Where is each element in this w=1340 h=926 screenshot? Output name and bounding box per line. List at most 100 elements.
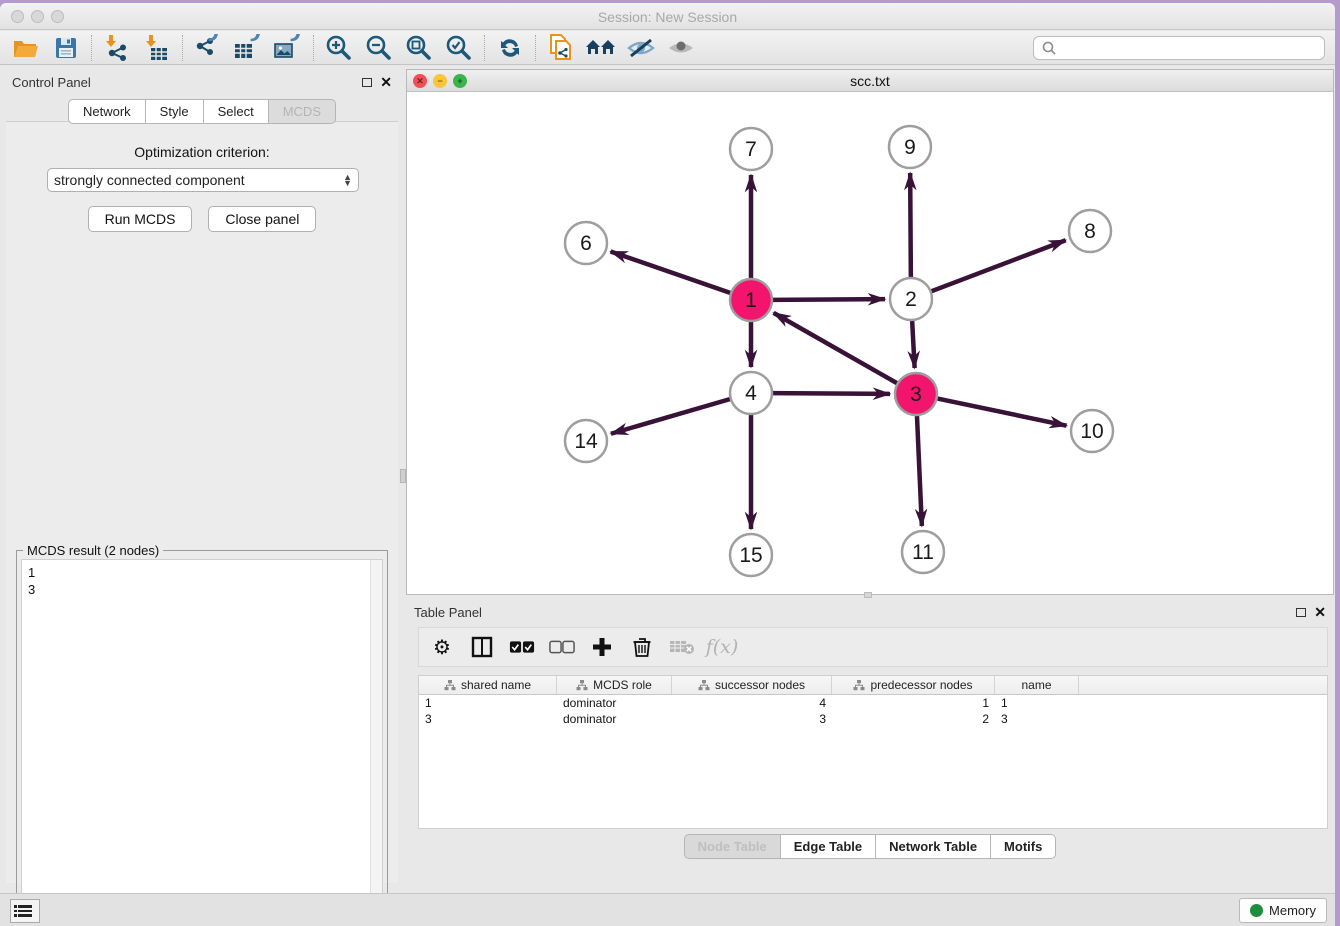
- close-table-panel-icon[interactable]: ✕: [1314, 605, 1326, 619]
- edge-3-1[interactable]: [774, 313, 897, 383]
- edge-2-9[interactable]: [910, 173, 911, 277]
- column-label: predecessor nodes: [870, 678, 972, 692]
- table-cell[interactable]: 1: [832, 695, 995, 711]
- select-all-checkboxes-icon[interactable]: [509, 634, 535, 660]
- mcds-result-list[interactable]: 13: [21, 559, 383, 919]
- table-cell[interactable]: 3: [995, 711, 1079, 727]
- control-panel-title: Control Panel: [12, 75, 91, 90]
- main-titlebar: Session: New Session: [0, 3, 1335, 30]
- toolbar-separator: [484, 35, 485, 61]
- result-items-container: 13: [28, 564, 376, 598]
- edge-4-3[interactable]: [773, 393, 890, 394]
- gear-icon[interactable]: ⚙: [429, 634, 455, 660]
- tab-style[interactable]: Style: [146, 99, 204, 124]
- edge-1-6[interactable]: [611, 251, 731, 292]
- column-label: shared name: [461, 678, 531, 692]
- node-label-15: 15: [739, 544, 762, 567]
- column-tree-icon: [853, 680, 865, 691]
- search-input[interactable]: [1062, 38, 1324, 58]
- zoom-selected-icon[interactable]: [439, 33, 479, 63]
- show-all-eye-icon[interactable]: [661, 33, 701, 63]
- table-cell[interactable]: dominator: [557, 711, 672, 727]
- table-row[interactable]: 3dominator323: [419, 711, 1327, 727]
- tab-motifs[interactable]: Motifs: [991, 834, 1056, 859]
- result-item: 1: [28, 564, 376, 581]
- result-scrollbar[interactable]: [370, 560, 382, 918]
- criterion-select[interactable]: strongly connected component ▲▼: [47, 168, 359, 192]
- column-header-shared-name[interactable]: shared name: [419, 676, 557, 694]
- zoom-in-icon[interactable]: [319, 33, 359, 63]
- delete-column-trash-icon[interactable]: [629, 634, 655, 660]
- node-label-9: 9: [904, 136, 916, 159]
- select-stepper-icon: ▲▼: [343, 174, 352, 186]
- open-folder-icon[interactable]: [6, 33, 46, 63]
- close-panel-icon[interactable]: ✕: [380, 75, 392, 89]
- edge-1-2[interactable]: [773, 299, 885, 300]
- criterion-selected-value: strongly connected component: [54, 172, 245, 188]
- close-panel-button[interactable]: Close panel: [208, 206, 316, 232]
- table-cell[interactable]: 3: [419, 711, 557, 727]
- column-header-predecessor-nodes[interactable]: predecessor nodes: [832, 676, 995, 694]
- deselect-all-checkboxes-icon[interactable]: [549, 634, 575, 660]
- hide-selected-eye-icon[interactable]: [621, 33, 661, 63]
- edge-2-8[interactable]: [932, 240, 1066, 291]
- column-header-name[interactable]: name: [995, 676, 1079, 694]
- mcds-tab-content: Optimization criterion: strongly connect…: [6, 121, 398, 883]
- add-column-icon[interactable]: [589, 634, 615, 660]
- split-view-icon[interactable]: [469, 634, 495, 660]
- refresh-icon[interactable]: [490, 33, 530, 63]
- delete-table-icon[interactable]: [669, 634, 695, 660]
- tab-network[interactable]: Network: [68, 99, 146, 124]
- zoom-out-icon[interactable]: [359, 33, 399, 63]
- tab-select[interactable]: Select: [204, 99, 269, 124]
- network-window-titlebar[interactable]: ✕ − + scc.txt: [407, 70, 1333, 92]
- float-table-panel-icon[interactable]: [1296, 608, 1306, 617]
- first-neighbors-icon[interactable]: [581, 33, 621, 63]
- import-table-icon[interactable]: [137, 33, 177, 63]
- column-header-successor-nodes[interactable]: successor nodes: [672, 676, 832, 694]
- memory-button[interactable]: Memory: [1239, 898, 1327, 923]
- table-cell[interactable]: 4: [672, 695, 832, 711]
- import-network-icon[interactable]: [97, 33, 137, 63]
- search-icon: [1040, 39, 1060, 57]
- export-table-icon[interactable]: [228, 33, 268, 63]
- table-cell[interactable]: dominator: [557, 695, 672, 711]
- export-network-icon[interactable]: [188, 33, 228, 63]
- edge-3-11[interactable]: [917, 416, 922, 526]
- edge-3-10[interactable]: [938, 399, 1067, 426]
- table-body: 1dominator4113dominator323: [419, 695, 1327, 727]
- zoom-fit-icon[interactable]: [399, 33, 439, 63]
- table-panel: Table Panel ✕ ⚙: [406, 599, 1334, 861]
- table-cell[interactable]: 1: [419, 695, 557, 711]
- node-label-7: 7: [745, 138, 757, 161]
- tab-mcds[interactable]: MCDS: [269, 99, 336, 124]
- table-panel-title: Table Panel: [414, 605, 482, 620]
- table-panel-tabs: Node TableEdge TableNetwork TableMotifs: [406, 834, 1334, 859]
- horizontal-splitter-grip[interactable]: [864, 592, 872, 598]
- search-box[interactable]: [1033, 36, 1325, 60]
- node-table[interactable]: shared name MCDS rolesuccessor nodes prede…: [418, 675, 1328, 829]
- tab-network-table[interactable]: Network Table: [876, 834, 991, 859]
- task-history-button[interactable]: [10, 899, 40, 923]
- mcds-result-box: MCDS result (2 nodes) 13: [16, 550, 388, 926]
- status-bar: Memory: [0, 893, 1335, 926]
- edge-2-3[interactable]: [912, 321, 914, 368]
- float-panel-icon[interactable]: [362, 78, 372, 87]
- table-cell[interactable]: 1: [995, 695, 1079, 711]
- function-builder-icon[interactable]: f(x): [709, 634, 735, 660]
- table-row[interactable]: 1dominator411: [419, 695, 1327, 711]
- tab-node-table[interactable]: Node Table: [684, 834, 781, 859]
- run-mcds-button[interactable]: Run MCDS: [88, 206, 193, 232]
- optimization-criterion-label: Optimization criterion:: [6, 144, 398, 160]
- tab-edge-table[interactable]: Edge Table: [781, 834, 876, 859]
- copy-network-icon[interactable]: [541, 33, 581, 63]
- table-cell[interactable]: 2: [832, 711, 995, 727]
- network-canvas[interactable]: 1234678910111415: [407, 92, 1333, 594]
- node-label-10: 10: [1080, 420, 1103, 443]
- table-cell[interactable]: 3: [672, 711, 832, 727]
- edge-4-14[interactable]: [611, 399, 730, 434]
- export-image-icon[interactable]: [268, 33, 308, 63]
- toolbar-separator: [313, 35, 314, 61]
- save-icon[interactable]: [46, 33, 86, 63]
- column-header-MCDS-role[interactable]: MCDS role: [557, 676, 672, 694]
